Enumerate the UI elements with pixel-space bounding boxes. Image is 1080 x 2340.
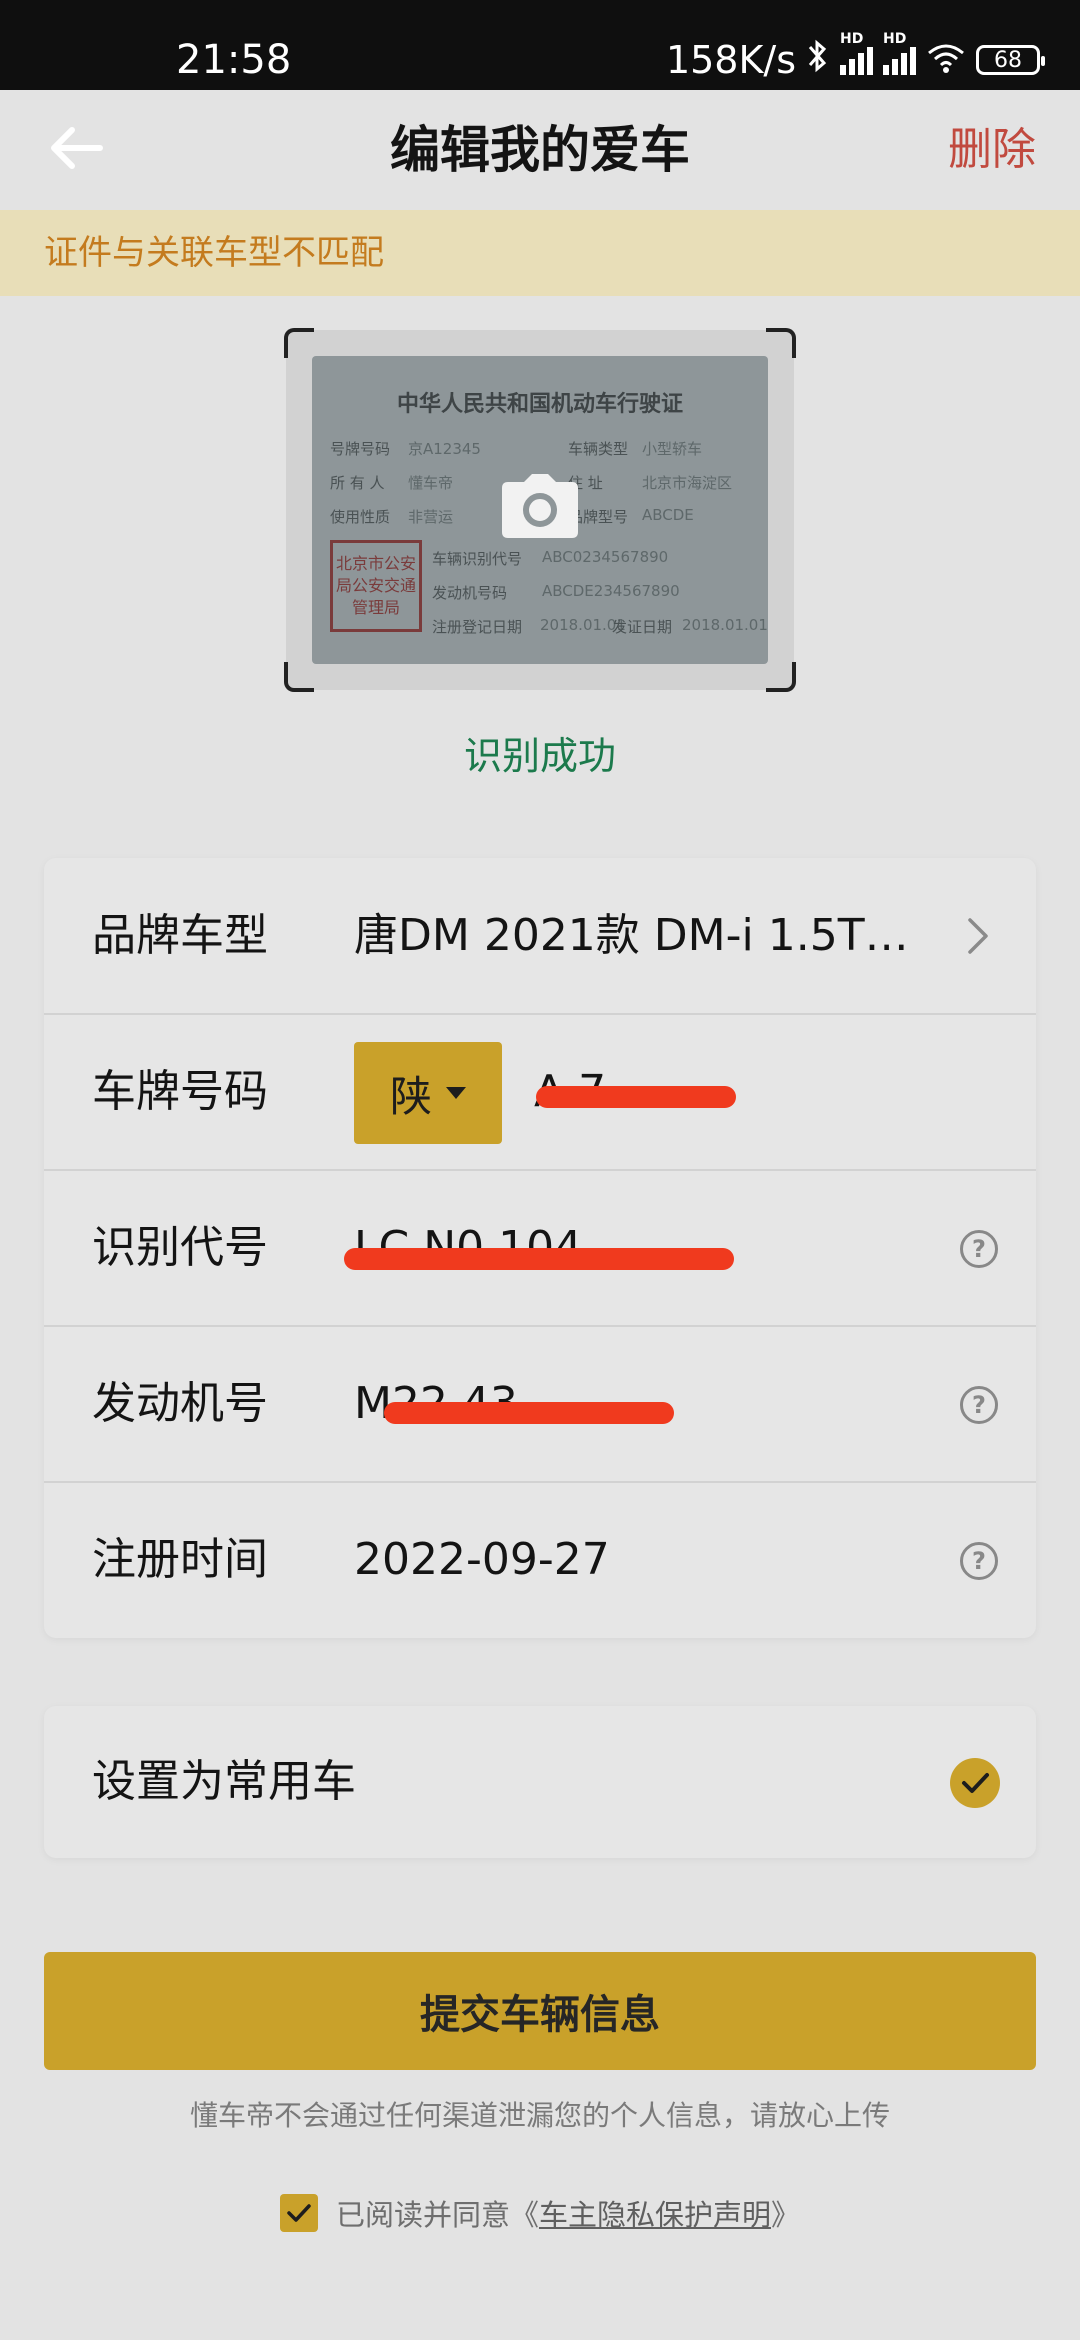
delete-button[interactable]: 删除 (948, 120, 1036, 180)
registration-label: 注册时间 (92, 1534, 268, 1585)
privacy-note: 懂车帝不会通过任何渠道泄漏您的个人信息，请放心上传 (189, 2099, 890, 2132)
submit-button[interactable]: 提交车辆信息 (44, 1952, 1036, 2070)
frame-corner (766, 662, 796, 692)
license-value: 懂车帝 (408, 474, 454, 492)
common-car-label: 设置为常用车 (92, 1756, 356, 1807)
province-value: 陕 (389, 1071, 432, 1121)
camera-icon (502, 474, 578, 538)
license-image: 中华人民共和国机动车行驶证 号牌号码 京A12345 车辆类型 小型轿车 所 有… (312, 356, 768, 664)
redaction-mark (344, 1248, 734, 1270)
privacy-statement-link[interactable]: 车主隐私保护声明 (539, 2198, 771, 2232)
frame-corner (284, 662, 314, 692)
vehicle-info-form: 品牌车型 唐DM 2021款 DM-i 1.5T… 车牌号码 陕 A 7 识别代… (44, 858, 1036, 1638)
help-icon[interactable]: ? (960, 1386, 998, 1424)
battery-level: 68 (994, 47, 1022, 73)
status-time: 21:58 (176, 37, 292, 83)
redaction-mark (536, 1086, 736, 1108)
plate-label: 车牌号码 (92, 1066, 268, 1117)
dropdown-triangle-icon (446, 1087, 466, 1099)
license-value: 小型轿车 (642, 440, 703, 458)
help-icon[interactable]: ? (960, 1542, 998, 1580)
brand-value: 唐DM 2021款 DM-i 1.5T… (354, 910, 909, 961)
page-title: 编辑我的爱车 (390, 121, 690, 179)
license-field: 发动机号码 (432, 584, 508, 602)
wifi-icon (926, 38, 966, 82)
brand-label: 品牌车型 (92, 910, 268, 961)
battery-icon: 68 (976, 45, 1045, 75)
signal-icon: HD (883, 31, 916, 75)
license-photo-upload[interactable]: 中华人民共和国机动车行驶证 号牌号码 京A12345 车辆类型 小型轿车 所 有… (284, 328, 796, 692)
license-value: 北京市海淀区 (642, 474, 733, 492)
registration-date[interactable]: 2022-09-27 (354, 1530, 610, 1590)
registration-row: 注册时间 2022-09-27 ? (44, 1482, 1036, 1637)
signal-hd-label: HD (840, 31, 864, 47)
license-value: ABCDE (642, 506, 694, 524)
license-field: 使用性质 (330, 508, 391, 526)
license-value: 非营运 (408, 508, 454, 526)
agreement-checkbox[interactable] (279, 2194, 318, 2232)
license-stamp: 北京市公安局公安交通管理局 (330, 540, 422, 632)
header: 编辑我的爱车 删除 (0, 90, 1080, 210)
brand-row[interactable]: 品牌车型 唐DM 2021款 DM-i 1.5T… (44, 858, 1036, 1015)
license-heading: 中华人民共和国机动车行驶证 (396, 392, 683, 417)
license-field: 所 有 人 (330, 474, 385, 492)
license-field: 车辆类型 (568, 440, 629, 458)
vin-row: 识别代号 LC N0 104 ? (44, 1170, 1036, 1327)
bluetooth-icon (806, 38, 830, 83)
mismatch-warning-text: 证件与关联车型不匹配 (44, 233, 384, 273)
redaction-mark (384, 1402, 674, 1424)
agreement-prefix: 已阅读并同意《 (335, 2198, 539, 2232)
net-speed: 158K/s (665, 38, 796, 82)
agreement-suffix: 》 (771, 2198, 801, 2232)
chevron-right-icon (964, 914, 992, 958)
status-bar: 21:58 158K/s HD HD 68 (0, 0, 1080, 90)
license-value: ABC0234567890 (542, 548, 669, 566)
license-field: 注册登记日期 (432, 618, 523, 636)
license-field: 发证日期 (612, 618, 673, 636)
engine-label: 发动机号 (92, 1378, 268, 1429)
mismatch-warning: 证件与关联车型不匹配 (0, 210, 1080, 296)
frame-corner (766, 328, 796, 358)
help-icon[interactable]: ? (960, 1230, 998, 1268)
license-value: ABCDE234567890 (542, 582, 680, 600)
agreement-row: 已阅读并同意《车主隐私保护声明》 (0, 2192, 1080, 2234)
frame-corner (284, 328, 314, 358)
agreement-text: 已阅读并同意《车主隐私保护声明》 (336, 2192, 800, 2234)
signal-icon: HD (840, 31, 873, 75)
signal-hd-label: HD (883, 31, 907, 47)
plate-row: 车牌号码 陕 A 7 (44, 1014, 1036, 1171)
recognition-status: 识别成功 (463, 734, 616, 778)
engine-row: 发动机号 M22 43 ? (44, 1326, 1036, 1483)
status-icons: 158K/s HD HD 68 (665, 31, 1045, 84)
license-value: 京A12345 (408, 440, 481, 458)
license-field: 号牌号码 (330, 440, 391, 458)
check-icon[interactable] (950, 1758, 1000, 1808)
license-field: 车辆识别代号 (432, 550, 523, 568)
province-select[interactable]: 陕 (354, 1042, 502, 1144)
license-value: 2018.01.01 (682, 616, 768, 634)
common-car-setting[interactable]: 设置为常用车 (44, 1706, 1036, 1858)
vin-label: 识别代号 (92, 1222, 268, 1273)
